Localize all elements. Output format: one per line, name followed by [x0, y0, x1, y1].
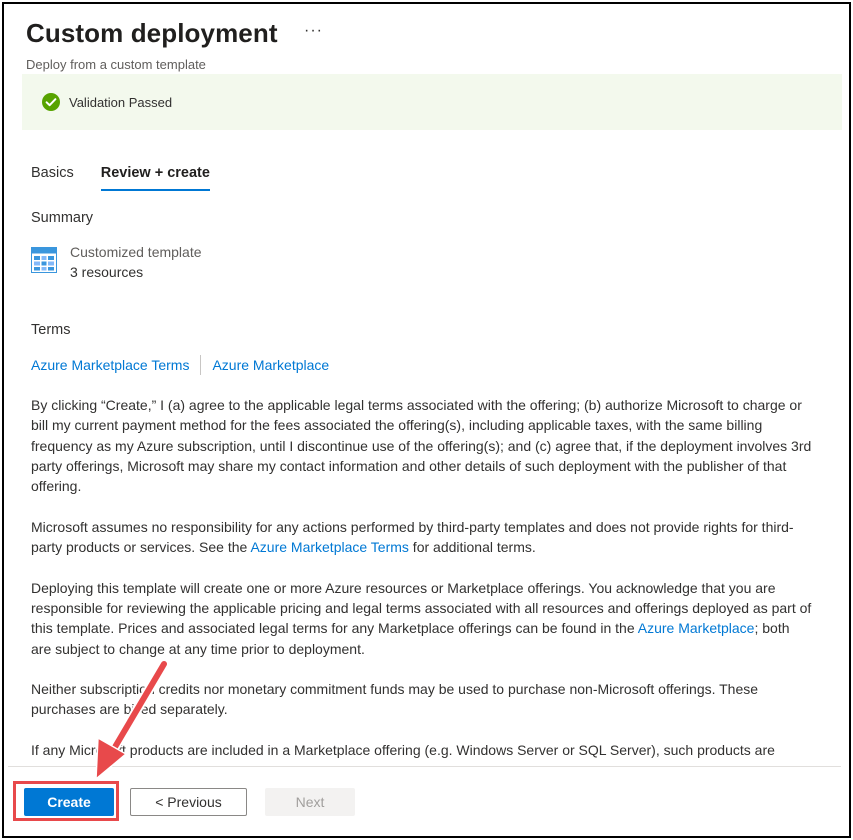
tab-review-create[interactable]: Review + create	[100, 165, 210, 191]
page-title: Custom deployment	[26, 18, 278, 48]
create-button[interactable]: Create	[24, 788, 114, 816]
terms-paragraph-5: If any Microsoft products are included i…	[31, 742, 775, 765]
page-header: Custom deployment ··· Deploy from a cust…	[26, 18, 322, 72]
template-grid-icon	[31, 247, 57, 273]
inline-marketplace-link[interactable]: Azure Marketplace	[638, 620, 755, 636]
footer-divider	[8, 766, 841, 767]
validation-banner: Validation Passed	[22, 74, 842, 130]
inline-marketplace-terms-link[interactable]: Azure Marketplace Terms	[250, 539, 408, 555]
terms-links: Azure Marketplace Terms Azure Marketplac…	[31, 355, 329, 375]
link-divider	[200, 355, 202, 375]
azure-marketplace-terms-link[interactable]: Azure Marketplace Terms	[31, 357, 189, 373]
terms-paragraph-3: Deploying this template will create one …	[31, 579, 812, 657]
check-circle-icon	[42, 93, 60, 111]
next-button: Next	[265, 788, 355, 816]
azure-marketplace-link[interactable]: Azure Marketplace	[212, 357, 329, 373]
terms-paragraph-2: Microsoft assumes no responsibility for …	[31, 518, 794, 556]
terms-heading: Terms	[31, 322, 71, 338]
terms-paragraph-1: By clicking “Create,” I (a) agree to the…	[31, 397, 812, 495]
page-subtitle: Deploy from a custom template	[26, 57, 206, 72]
summary-heading: Summary	[31, 210, 94, 226]
previous-button[interactable]: < Previous	[130, 788, 247, 816]
more-options-icon[interactable]: ···	[304, 22, 323, 40]
tab-bar: Basics Review + create	[31, 165, 210, 191]
tab-basics[interactable]: Basics	[31, 165, 74, 191]
terms-paragraph-4: Neither subscription credits nor monetar…	[31, 681, 759, 718]
terms-text: By clicking “Create,” I (a) agree to the…	[31, 395, 813, 765]
template-name: Customized template	[70, 244, 202, 260]
resource-count: 3 resources	[70, 264, 144, 280]
validation-text: Validation Passed	[69, 94, 173, 110]
